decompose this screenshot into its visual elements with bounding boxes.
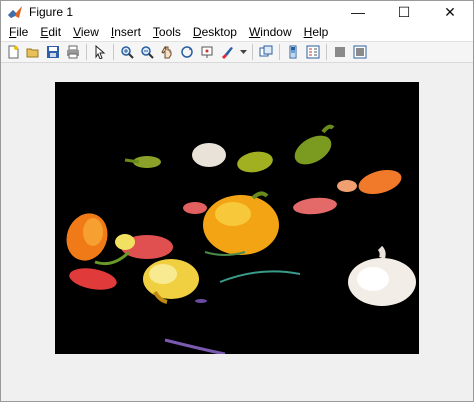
- legend-icon[interactable]: [305, 44, 321, 60]
- brush-icon[interactable]: [219, 44, 235, 60]
- menu-file[interactable]: File: [3, 23, 34, 41]
- dropdown-arrow-icon[interactable]: [239, 44, 247, 60]
- image-axes[interactable]: [55, 82, 419, 354]
- print-icon[interactable]: [65, 44, 81, 60]
- toolbar-separator: [86, 44, 87, 60]
- matlab-logo-icon: [8, 6, 22, 18]
- toolbar-separator: [113, 44, 114, 60]
- menu-tools[interactable]: Tools: [147, 23, 187, 41]
- colorbar-icon[interactable]: [285, 44, 301, 60]
- menu-edit[interactable]: Edit: [34, 23, 67, 41]
- minimize-button[interactable]: —: [335, 1, 381, 23]
- menu-help[interactable]: Help: [298, 23, 335, 41]
- zoom-in-icon[interactable]: [119, 44, 135, 60]
- toolbar-separator: [252, 44, 253, 60]
- new-figure-icon[interactable]: [5, 44, 21, 60]
- toolbar-separator: [326, 44, 327, 60]
- close-button[interactable]: ✕: [427, 1, 473, 23]
- rotate-3d-icon[interactable]: [179, 44, 195, 60]
- link-plot-icon[interactable]: [258, 44, 274, 60]
- pan-icon[interactable]: [159, 44, 175, 60]
- figure-window: Figure 1 — ☐ ✕ File Edit View Insert Too…: [0, 0, 474, 402]
- figure-canvas: [1, 63, 473, 401]
- window-title: Figure 1: [29, 5, 74, 19]
- menu-desktop[interactable]: Desktop: [187, 23, 243, 41]
- menu-insert[interactable]: Insert: [105, 23, 147, 41]
- data-cursor-icon[interactable]: [199, 44, 215, 60]
- menu-window[interactable]: Window: [243, 23, 298, 41]
- segmented-vegetables-image: [55, 82, 419, 354]
- menu-bar: File Edit View Insert Tools Desktop Wind…: [1, 23, 473, 41]
- title-bar[interactable]: Figure 1 — ☐ ✕: [1, 1, 473, 23]
- maximize-button[interactable]: ☐: [381, 1, 427, 23]
- toolbar-separator: [279, 44, 280, 60]
- save-icon[interactable]: [45, 44, 61, 60]
- open-file-icon[interactable]: [25, 44, 41, 60]
- menu-view[interactable]: View: [67, 23, 105, 41]
- show-plot-tools-icon[interactable]: [352, 44, 368, 60]
- hide-plot-tools-icon[interactable]: [332, 44, 348, 60]
- zoom-out-icon[interactable]: [139, 44, 155, 60]
- figure-toolbar: [1, 41, 473, 63]
- pointer-icon[interactable]: [92, 44, 108, 60]
